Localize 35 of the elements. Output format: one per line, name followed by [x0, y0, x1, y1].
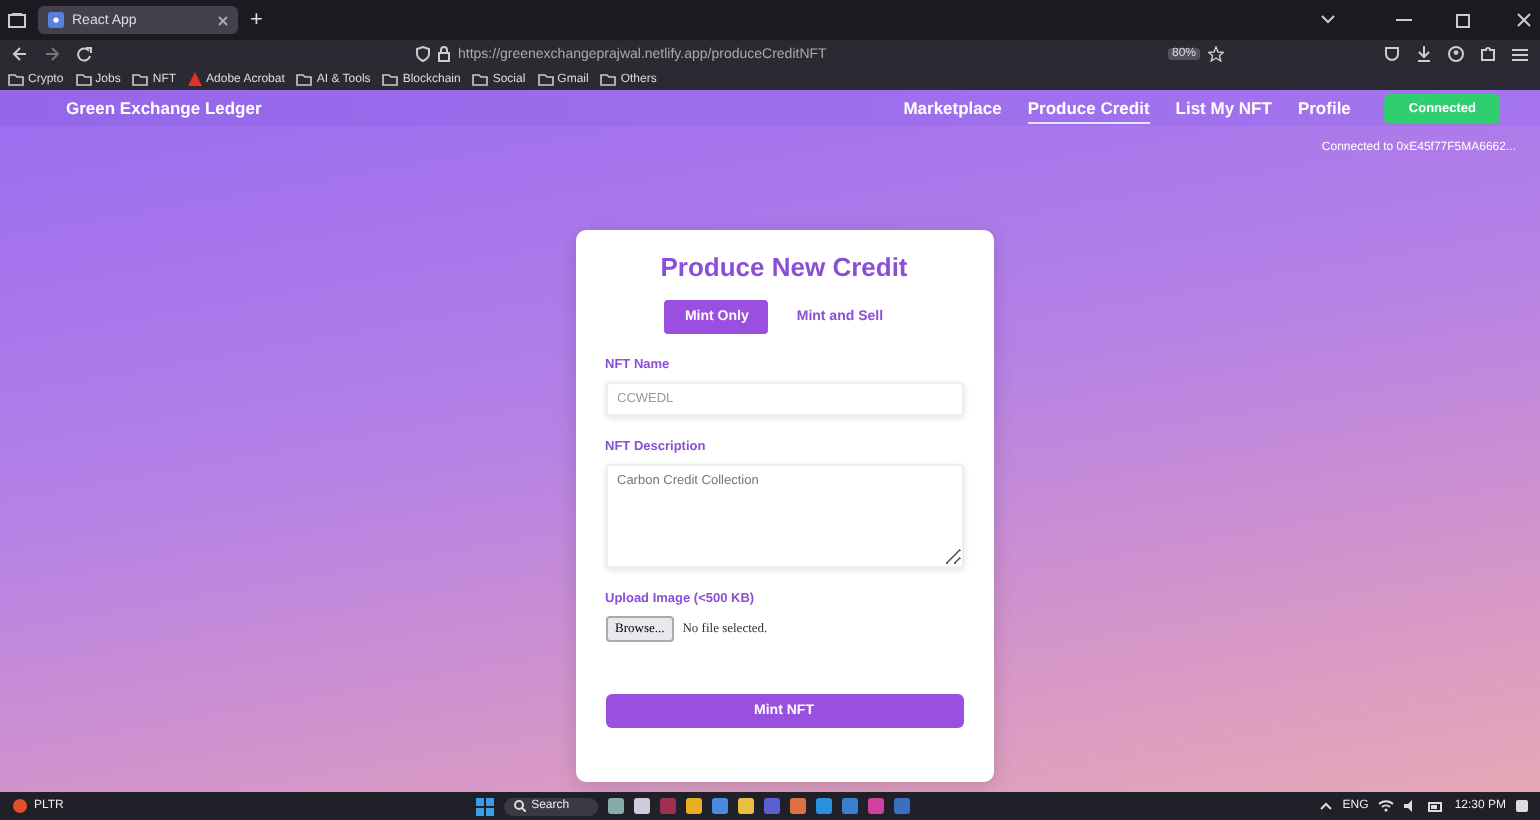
folder-icon — [296, 73, 313, 85]
folder-icon — [472, 73, 489, 85]
forward-icon — [44, 46, 60, 62]
nav-link[interactable]: Marketplace — [903, 93, 1002, 123]
pdf-icon — [188, 72, 203, 86]
restore-icon[interactable] — [1456, 12, 1472, 28]
folder-icon — [75, 73, 92, 85]
folder-icon — [8, 73, 24, 85]
account-icon[interactable] — [1448, 46, 1464, 62]
notification-icon[interactable] — [1516, 800, 1528, 812]
star-icon[interactable] — [1208, 46, 1224, 62]
menu-icon[interactable] — [1512, 47, 1528, 61]
wifi-icon[interactable] — [1378, 800, 1395, 812]
reload-icon[interactable] — [76, 46, 92, 62]
download-icon[interactable] — [1416, 46, 1432, 62]
form-title: Produce New Credit — [658, 252, 910, 282]
stock-icon — [12, 798, 28, 814]
new-tab-button[interactable]: + — [250, 8, 263, 32]
folder-icon — [132, 73, 149, 85]
folder-icon — [382, 73, 399, 85]
tab-list-icon[interactable] — [8, 12, 26, 28]
minimize-icon[interactable] — [1396, 18, 1412, 22]
close-tab-icon[interactable] — [218, 15, 228, 25]
battery-icon[interactable] — [1428, 801, 1445, 811]
search-icon — [513, 800, 526, 812]
shield-icon — [416, 46, 430, 62]
lock-icon — [438, 46, 450, 62]
brand-title: Green Exchange Ledger — [66, 98, 264, 118]
start-icon[interactable] — [475, 797, 494, 815]
folder-icon — [600, 73, 617, 85]
close-icon[interactable] — [1516, 12, 1532, 28]
chevron-down-icon[interactable] — [1320, 14, 1336, 26]
folder-icon — [537, 73, 554, 85]
chevron-up-icon[interactable] — [1320, 802, 1333, 810]
back-icon[interactable] — [12, 46, 28, 62]
